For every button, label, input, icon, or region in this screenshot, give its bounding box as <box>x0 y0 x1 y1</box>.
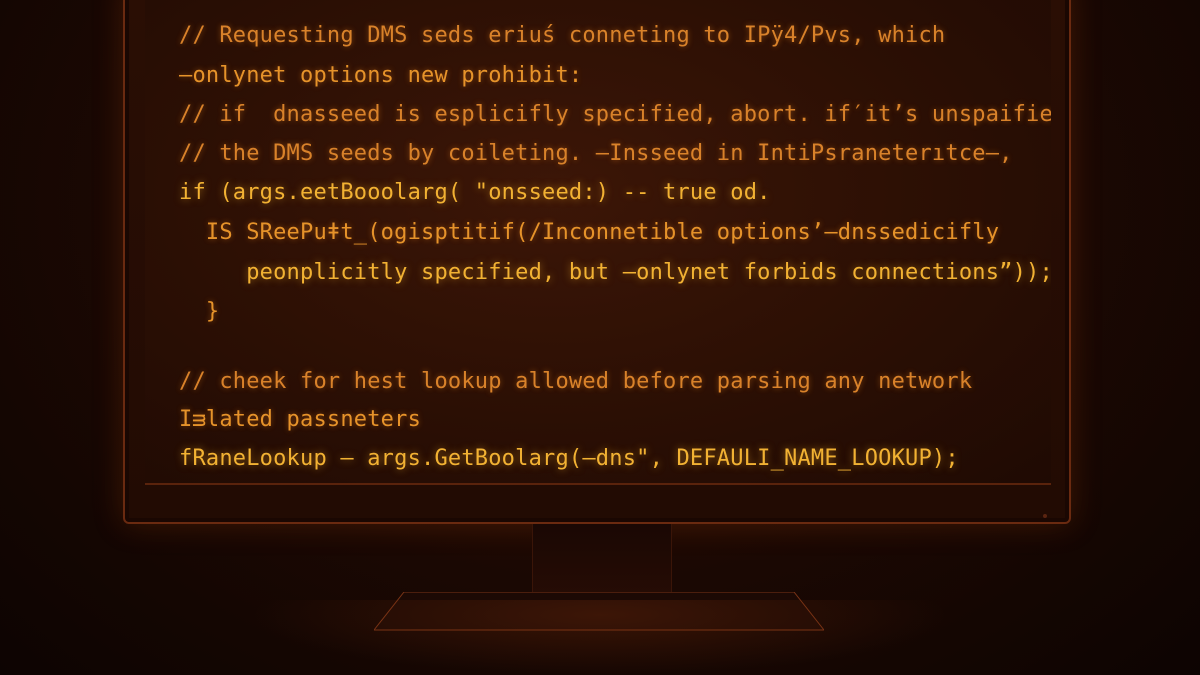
power-indicator-icon <box>1043 514 1047 518</box>
code-line-10: // cheek for hest lookup allowed before … <box>179 369 973 394</box>
code-line-8: } <box>179 299 220 324</box>
code-line-4: // the DMS seeds by coileting. –Insseed … <box>179 141 1013 166</box>
code-line-11: Iᴟlated passneters <box>179 407 422 432</box>
code-line-12: fRaneLookup – args.GetBoolarg(–dns", DEF… <box>179 446 959 471</box>
code-line-1: // Requesting DMS seds eriuś conneting t… <box>179 23 946 48</box>
monitor: // Requesting DMS seds eriuś conneting t… <box>123 0 1071 524</box>
code-line-2: –onlynet options new prohibit: <box>179 63 583 88</box>
code-line-6: IS SReePuǂt_(ogisptitif(/Inconnetible op… <box>179 220 1000 245</box>
floor-reflection <box>250 600 950 675</box>
code-line-7: peonplicitly specified, but –onlynet for… <box>179 260 1051 285</box>
code-screen: // Requesting DMS seds eriuś conneting t… <box>145 0 1051 485</box>
code-line-3: // if dnasseed is esplicifly specified, … <box>179 102 1051 127</box>
code-line-5: if (args.еetBooolarg( "onsseed:) -- true… <box>179 180 771 205</box>
